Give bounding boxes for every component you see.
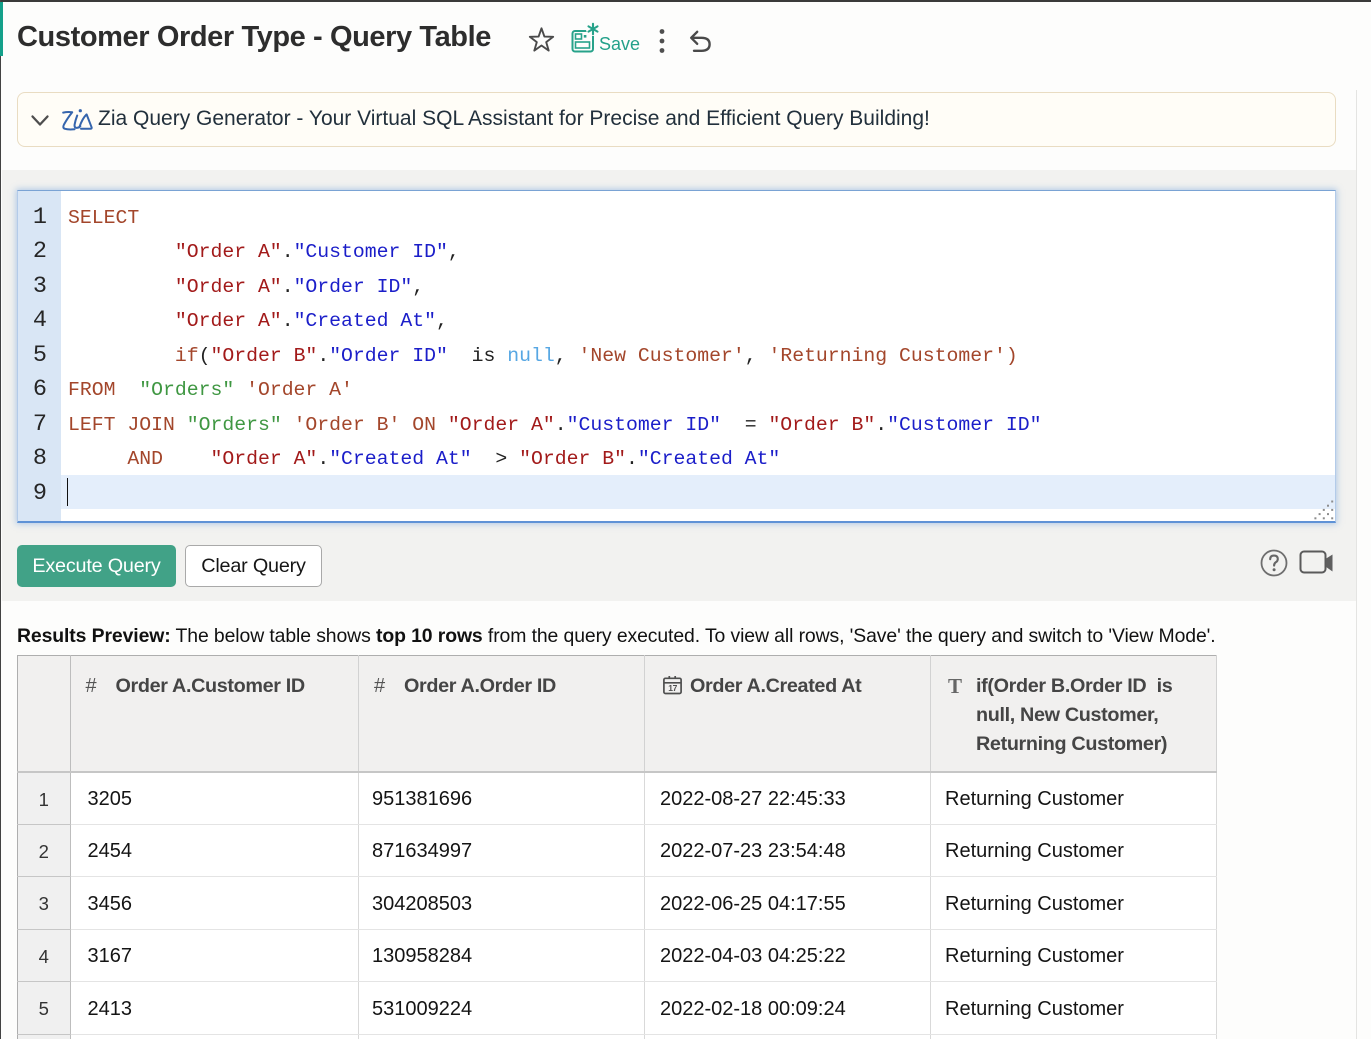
svg-text:17: 17: [668, 683, 677, 693]
